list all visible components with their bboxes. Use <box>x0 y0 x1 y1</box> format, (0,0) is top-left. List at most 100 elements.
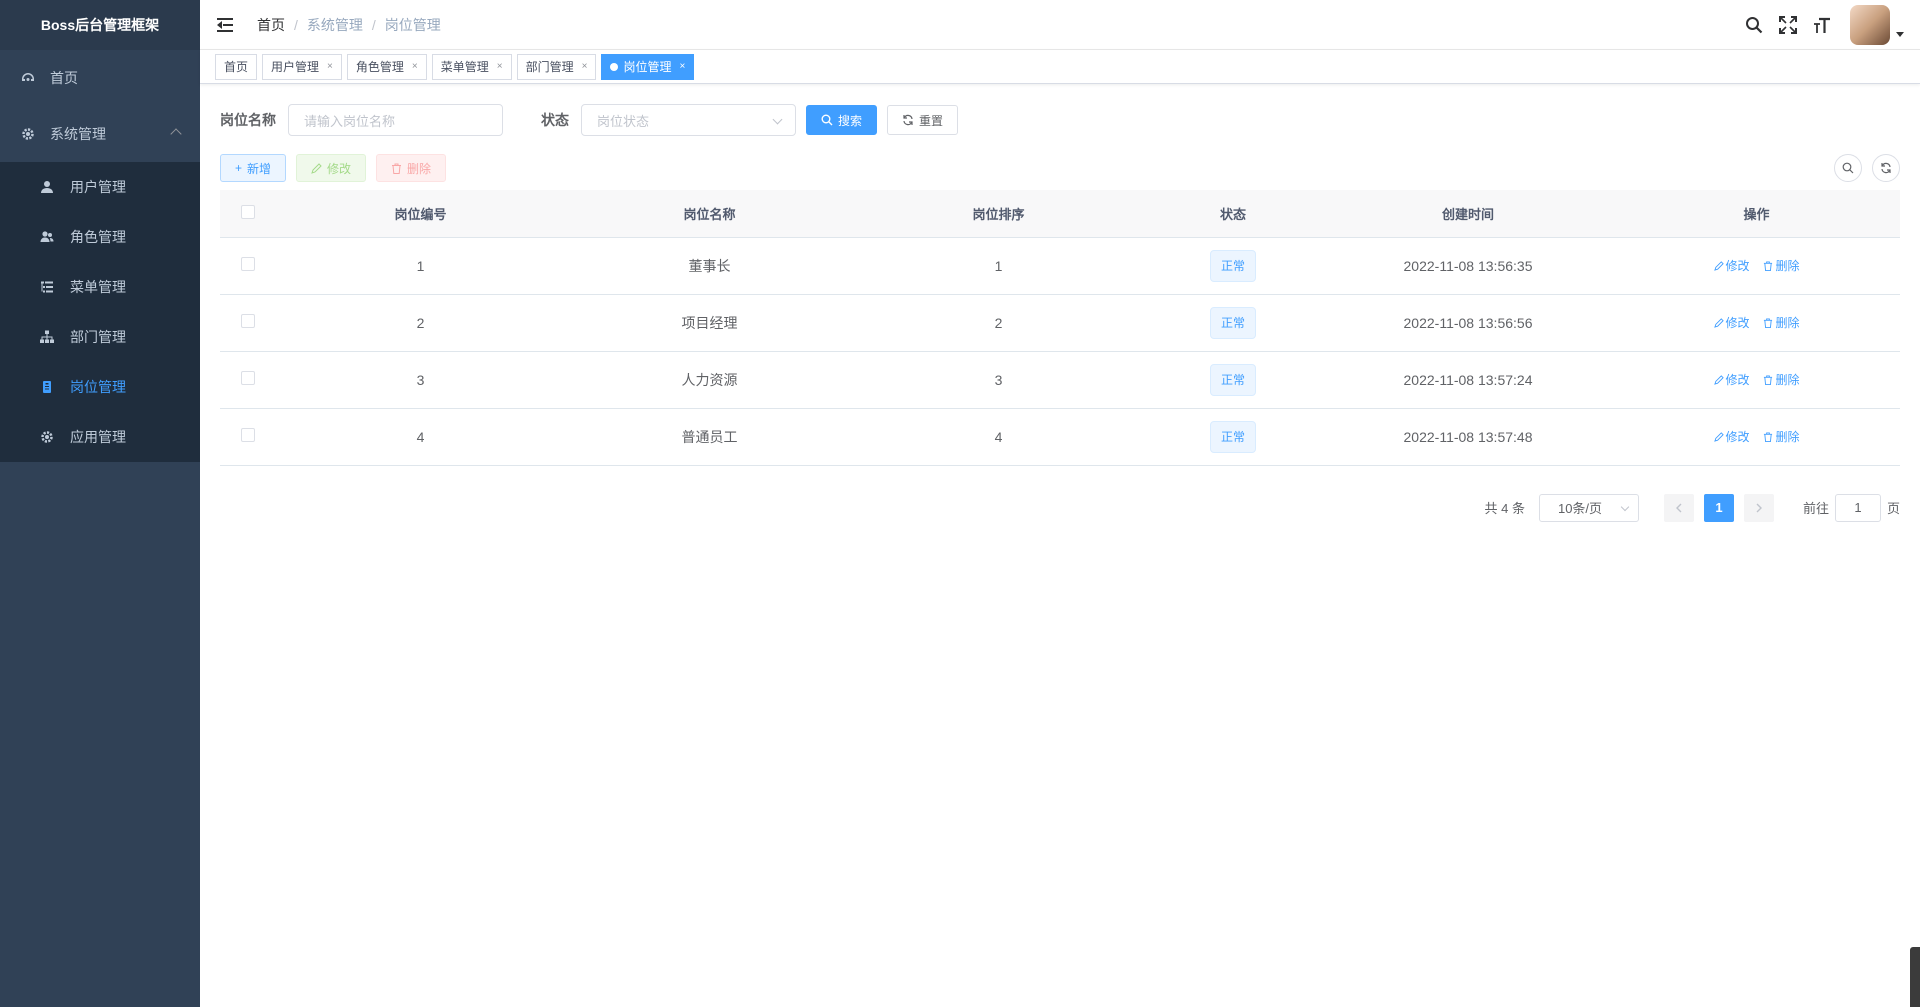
edit-icon <box>1713 374 1724 385</box>
reset-button[interactable]: 重置 <box>887 105 959 135</box>
status-select[interactable]: 岗位状态 <box>581 104 796 136</box>
goto-page-input[interactable]: 1 <box>1834 493 1881 522</box>
sidebar-item-system[interactable]: 系统管理 <box>0 106 200 162</box>
font-size-icon[interactable] <box>1812 15 1832 35</box>
breadcrumb-separator: / <box>371 16 376 33</box>
table-row: 2 项目经理 2 正常 2022-11-08 13:56:56 修改 删除 <box>220 294 1900 352</box>
user-icon <box>40 180 54 194</box>
trash-icon <box>391 163 402 174</box>
row-edit-link[interactable]: 修改 <box>1713 371 1750 388</box>
caret-down-icon[interactable] <box>1896 31 1904 37</box>
row-delete-link[interactable]: 删除 <box>1763 371 1799 388</box>
post-sort-cell: 3 <box>854 351 1143 409</box>
row-edit-link[interactable]: 修改 <box>1713 428 1750 445</box>
sidebar-item-label: 系统管理 <box>50 126 106 142</box>
scroll-handle[interactable] <box>1910 947 1920 1007</box>
sidebar-item-apps[interactable]: 应用管理 <box>0 412 200 462</box>
tag-posts[interactable]: 岗位管理 × <box>601 53 695 80</box>
sidebar-item-menus[interactable]: 菜单管理 <box>0 262 200 312</box>
refresh-icon <box>1881 162 1891 174</box>
post-name-label: 岗位名称 <box>220 112 276 128</box>
goto-suffix: 页 <box>1886 501 1900 516</box>
fullscreen-icon[interactable] <box>1778 15 1798 35</box>
close-icon[interactable]: × <box>327 55 333 79</box>
sidebar-item-posts[interactable]: 岗位管理 <box>0 362 200 412</box>
chevron-left-icon <box>1675 503 1682 512</box>
app-main: 岗位名称 请输入岗位名称 状态 岗位状态 搜索 重置 + 新增 修改 删除 岗位… <box>200 84 1920 542</box>
post-name-cell: 人力资源 <box>565 351 854 409</box>
chevron-up-icon <box>170 128 182 140</box>
status-cell: 正常 <box>1143 237 1323 295</box>
tag-menus[interactable]: 菜单管理 × <box>431 53 512 80</box>
created-time-cell: 2022-11-08 13:56:56 <box>1323 294 1613 352</box>
page-size-select[interactable]: 10条/页 <box>1538 493 1639 522</box>
post-id-cell: 2 <box>276 294 565 352</box>
sidebar: Boss后台管理框架 首页 系统管理 用户管理 角色管理 菜单管理 部门管理 岗… <box>0 0 200 1007</box>
tag-roles[interactable]: 角色管理 × <box>346 53 427 80</box>
search-button[interactable]: 搜索 <box>806 105 878 135</box>
status-placeholder: 岗位状态 <box>597 113 650 129</box>
right-toolbar <box>1824 154 1900 182</box>
sidebar-item-departments[interactable]: 部门管理 <box>0 312 200 362</box>
next-page-button[interactable] <box>1743 493 1774 522</box>
post-name-cell: 董事长 <box>565 237 854 295</box>
close-icon[interactable]: × <box>582 55 588 79</box>
row-delete-link[interactable]: 删除 <box>1763 428 1799 445</box>
status-badge: 正常 <box>1209 306 1256 339</box>
post-id-cell: 1 <box>276 237 565 295</box>
status-label: 状态 <box>541 112 569 128</box>
sidebar-item-label: 首页 <box>50 70 78 86</box>
column-header: 操作 <box>1613 190 1900 238</box>
status-badge: 正常 <box>1209 363 1256 396</box>
column-header: 岗位排序 <box>854 190 1143 238</box>
chevron-down-icon <box>1620 502 1630 511</box>
sidebar-item-home[interactable]: 首页 <box>0 50 200 106</box>
sidebar-item-roles[interactable]: 角色管理 <box>0 212 200 262</box>
search-icon[interactable] <box>1744 15 1764 35</box>
breadcrumb: 首页 / 系统管理 / 岗位管理 <box>257 15 441 35</box>
row-checkbox[interactable] <box>241 371 255 385</box>
breadcrumb-item-home[interactable]: 首页 <box>257 15 285 35</box>
toggle-search-button[interactable] <box>1834 154 1862 182</box>
system-submenu: 用户管理 角色管理 菜单管理 部门管理 岗位管理 应用管理 <box>0 162 200 462</box>
row-checkbox[interactable] <box>241 314 255 328</box>
tag-home[interactable]: 首页 <box>215 53 258 80</box>
edit-button-label: 修改 <box>327 161 352 176</box>
row-delete-link[interactable]: 删除 <box>1763 257 1799 274</box>
post-sort-cell: 1 <box>854 237 1143 295</box>
hamburger-icon[interactable] <box>217 17 235 33</box>
sidebar-item-users[interactable]: 用户管理 <box>0 162 200 212</box>
edit-button[interactable]: 修改 <box>296 154 367 182</box>
avatar[interactable] <box>1850 5 1890 45</box>
table-row: 3 人力资源 3 正常 2022-11-08 13:57:24 修改 删除 <box>220 351 1900 409</box>
goto-prefix: 前往 <box>1802 501 1829 516</box>
table-body: 1 董事长 1 正常 2022-11-08 13:56:35 修改 删除 2 项… <box>220 237 1900 466</box>
pagination-total: 共 4 条 <box>1484 501 1525 516</box>
row-edit-link[interactable]: 修改 <box>1713 314 1750 331</box>
column-header: 状态 <box>1143 190 1323 238</box>
row-checkbox[interactable] <box>241 257 255 271</box>
refresh-table-button[interactable] <box>1872 154 1900 182</box>
row-delete-link[interactable]: 删除 <box>1763 314 1799 331</box>
sidebar-item-label: 角色管理 <box>70 229 126 245</box>
prev-page-button[interactable] <box>1663 493 1694 522</box>
delete-button[interactable]: 删除 <box>376 154 447 182</box>
close-icon[interactable]: × <box>412 55 418 79</box>
delete-button-label: 删除 <box>407 161 432 176</box>
close-icon[interactable]: × <box>679 55 685 79</box>
search-form: 岗位名称 请输入岗位名称 状态 岗位状态 搜索 重置 <box>220 104 1900 136</box>
post-name-cell: 项目经理 <box>565 294 854 352</box>
row-edit-link[interactable]: 修改 <box>1713 257 1750 274</box>
row-edit-label: 修改 <box>1725 259 1750 273</box>
post-sort-cell: 4 <box>854 408 1143 466</box>
tag-departments[interactable]: 部门管理 × <box>516 53 597 80</box>
post-name-input[interactable]: 请输入岗位名称 <box>288 104 503 136</box>
row-delete-label: 删除 <box>1775 259 1800 273</box>
row-delete-label: 删除 <box>1775 316 1800 330</box>
add-button[interactable]: + 新增 <box>220 154 287 182</box>
select-all-checkbox[interactable] <box>241 204 255 219</box>
tag-users[interactable]: 用户管理 × <box>262 53 342 80</box>
row-checkbox[interactable] <box>241 428 255 442</box>
close-icon[interactable]: × <box>497 55 503 79</box>
page-number-current[interactable]: 1 <box>1703 493 1734 522</box>
